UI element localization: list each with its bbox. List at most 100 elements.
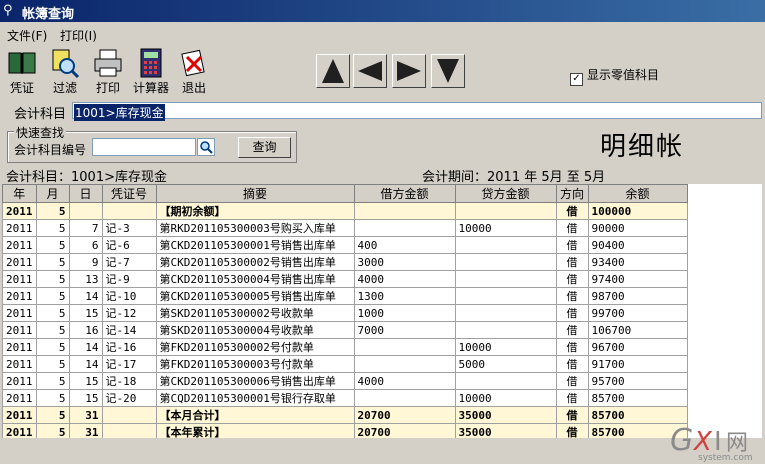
table-cell: 106700 xyxy=(587,321,688,339)
table-cell: 5 xyxy=(35,253,70,271)
table-cell: 2011 xyxy=(2,219,37,237)
table-cell xyxy=(454,202,557,220)
table-cell xyxy=(101,406,157,424)
table-row[interactable]: 2011 5 14 记-17 第FKD201105300003号付款单 5000 借 9170… xyxy=(2,355,688,373)
account-code-input[interactable] xyxy=(92,138,196,156)
print-button[interactable]: 打印 xyxy=(86,48,130,96)
table-cell: 5 xyxy=(35,304,70,322)
table-cell: 14 xyxy=(68,338,103,356)
table-row[interactable]: 2011 5 15 记-20 第CQD201105300001号银行存取单 10000 借 8… xyxy=(2,389,688,407)
calculator-button[interactable]: 计算器 xyxy=(129,48,173,96)
exit-button[interactable]: 退出 xyxy=(172,48,216,96)
table-cell: 98700 xyxy=(587,287,688,305)
table-cell: 2011 xyxy=(2,253,37,271)
table-cell: 16 xyxy=(68,321,103,339)
table-row[interactable]: 2011 5 9 记-7 第CKD201105300002号销售出库单 3000 借 9340… xyxy=(2,253,688,271)
table-cell: 第FKD201105300003号付款单 xyxy=(155,355,355,373)
table-row[interactable]: 2011 5 31 【本月合计】 20700 35000 借 85700 xyxy=(2,406,688,424)
nav-last-button[interactable] xyxy=(431,54,465,88)
book-icon xyxy=(8,52,36,74)
account-field[interactable]: 1001>库存现金 xyxy=(72,102,762,121)
table-cell: 35000 xyxy=(454,406,557,424)
menu-file[interactable]: 文件(F) xyxy=(7,27,47,44)
table-row[interactable]: 2011 5 7 记-3 第RKD201105300003号购买入库单 10000 借 900… xyxy=(2,219,688,237)
table-cell: 第CKD201105300004号销售出库单 xyxy=(155,270,355,288)
show-zero-checkbox[interactable]: ✓ 显示零值科目 xyxy=(570,66,659,86)
column-header[interactable]: 凭证号 xyxy=(101,184,157,203)
report-title: 明细帐 xyxy=(600,132,685,162)
svg-text:G: G xyxy=(670,423,693,458)
prev-icon xyxy=(358,61,382,81)
last-icon xyxy=(437,59,459,83)
table-cell xyxy=(353,355,456,373)
lookup-button[interactable] xyxy=(197,138,215,156)
column-header[interactable]: 余额 xyxy=(587,184,688,203)
column-header[interactable]: 借方金额 xyxy=(353,184,456,203)
query-button[interactable]: 查询 xyxy=(238,137,291,158)
table-cell: 93400 xyxy=(587,253,688,271)
table-cell: 2011 xyxy=(2,304,37,322)
table-cell: 借 xyxy=(555,423,589,438)
table-cell: 第SKD201105300002号收款单 xyxy=(155,304,355,322)
column-header[interactable]: 方向 xyxy=(555,184,589,203)
nav-prev-button[interactable] xyxy=(353,54,387,88)
table-cell xyxy=(101,202,157,220)
filter-button[interactable]: 过滤 xyxy=(43,48,87,96)
table-cell: 96700 xyxy=(587,338,688,356)
nav-next-button[interactable] xyxy=(392,54,426,88)
table-cell xyxy=(353,219,456,237)
column-header[interactable]: 年 xyxy=(2,184,37,203)
menu-bar: 文件(F) 打印(I) xyxy=(0,24,765,44)
table-cell xyxy=(101,423,157,438)
table-row[interactable]: 2011 5 15 记-18 第CKD201105300006号销售出库单 4000 借 95… xyxy=(2,372,688,390)
table-row[interactable]: 2011 5 14 记-16 第FKD201105300002号付款单 10000 借 967… xyxy=(2,338,688,356)
table-cell: 5 xyxy=(35,236,70,254)
calculator-icon xyxy=(140,48,162,78)
table-cell: 【期初余额】 xyxy=(155,202,355,220)
table-cell: 5 xyxy=(35,202,70,220)
table-row[interactable]: 2011 5 15 记-12 第SKD201105300002号收款单 1000 借 9970… xyxy=(2,304,688,322)
table-cell: 5 xyxy=(35,389,70,407)
table-cell: 记-12 xyxy=(101,304,157,322)
table-cell: 记-17 xyxy=(101,355,157,373)
binoculars-icon: ⚲ xyxy=(3,3,13,18)
table-row[interactable]: 2011 5 13 记-9 第CKD201105300004号销售出库单 4000 借 974… xyxy=(2,270,688,288)
table-cell: 15 xyxy=(68,389,103,407)
checkbox-box[interactable]: ✓ xyxy=(570,73,583,86)
voucher-button[interactable]: 凭证 xyxy=(0,48,44,96)
table-cell: 借 xyxy=(555,355,589,373)
table-row[interactable]: 2011 5 16 记-14 第SKD201105300004号收款单 7000 借 1067… xyxy=(2,321,688,339)
table-cell: 借 xyxy=(555,304,589,322)
table-cell: 记-10 xyxy=(101,287,157,305)
watermark-logo: G X I 网 system.com xyxy=(670,423,753,462)
ledger-grid[interactable]: 年月日凭证号 摘要 借方金额 贷方金额 方向 余额 2011 5 【期初余额】借 100000 2… xyxy=(2,184,762,438)
table-cell xyxy=(353,389,456,407)
title-bar: ⚲ 帐簿查询 xyxy=(0,0,765,22)
table-row[interactable]: 2011 5 14 记-10 第CKD201105300005号销售出库单 1300 借 98… xyxy=(2,287,688,305)
table-cell: 记-6 xyxy=(101,236,157,254)
table-cell: 90400 xyxy=(587,236,688,254)
table-cell: 第CKD201105300005号销售出库单 xyxy=(155,287,355,305)
table-cell: 2011 xyxy=(2,389,37,407)
window-title: 帐簿查询 xyxy=(22,7,75,22)
table-row[interactable]: 2011 5 31 【本年累计】 20700 35000 借 85700 xyxy=(2,423,688,438)
column-header[interactable]: 月 xyxy=(35,184,70,203)
table-cell: 【本年累计】 xyxy=(155,423,355,438)
table-cell: 10000 xyxy=(454,389,557,407)
ledger-table: 年月日凭证号 摘要 借方金额 贷方金额 方向 余额 2011 5 【期初余额】借 100000 2… xyxy=(2,184,688,438)
table-cell: 31 xyxy=(68,423,103,438)
column-header[interactable]: 日 xyxy=(68,184,103,203)
table-cell: 5 xyxy=(35,406,70,424)
table-row[interactable]: 2011 5 6 记-6 第CKD201105300001号销售出库单 400 借 90400 xyxy=(2,236,688,254)
table-cell: 13 xyxy=(68,270,103,288)
table-cell: 35000 xyxy=(454,423,557,438)
menu-print[interactable]: 打印(I) xyxy=(60,27,97,44)
nav-first-button[interactable] xyxy=(316,54,350,88)
table-cell: 借 xyxy=(555,389,589,407)
table-cell: 400 xyxy=(353,236,456,254)
next-icon xyxy=(397,61,421,81)
column-header[interactable]: 贷方金额 xyxy=(454,184,557,203)
table-cell: 5 xyxy=(35,355,70,373)
column-header[interactable]: 摘要 xyxy=(155,184,355,203)
table-row[interactable]: 2011 5 【期初余额】 借 100000 xyxy=(2,202,688,220)
